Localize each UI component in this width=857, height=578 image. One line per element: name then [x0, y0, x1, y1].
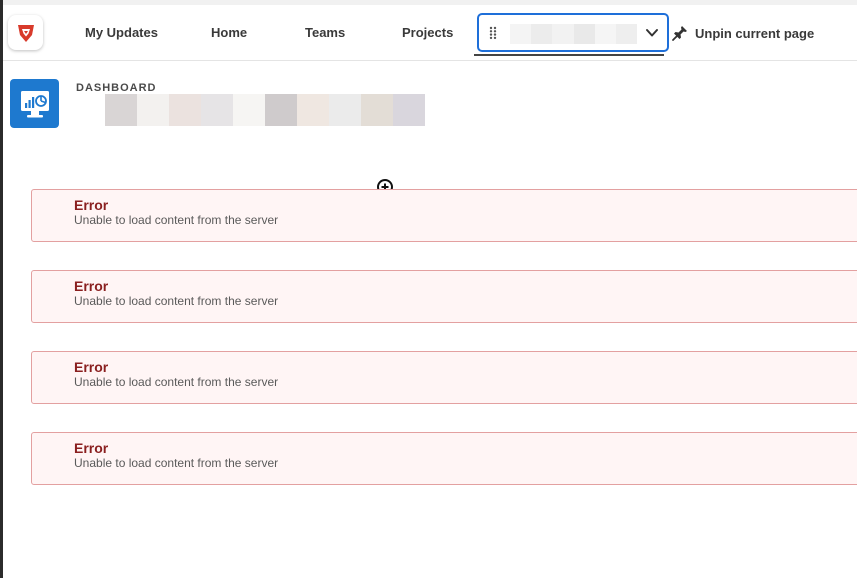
error-title: Error — [74, 278, 109, 294]
section-label: DASHBOARD — [76, 82, 157, 94]
nav-home[interactable]: Home — [211, 25, 247, 40]
error-card: Error Unable to load content from the se… — [31, 351, 857, 404]
error-title: Error — [74, 359, 109, 375]
error-title: Error — [74, 440, 109, 456]
dashboard-name-redacted — [105, 94, 425, 126]
error-card: Error Unable to load content from the se… — [31, 432, 857, 485]
pin-icon — [672, 26, 687, 41]
nav-my-updates[interactable]: My Updates — [85, 25, 158, 40]
pinned-page-select[interactable] — [477, 13, 669, 52]
unpin-label: Unpin current page — [695, 25, 815, 41]
nav-teams[interactable]: Teams — [305, 25, 345, 40]
error-message: Unable to load content from the server — [74, 213, 279, 227]
error-card: Error Unable to load content from the se… — [31, 270, 857, 323]
pinned-page-value-redacted — [510, 24, 638, 44]
error-message: Unable to load content from the server — [74, 294, 279, 308]
pinned-select-underline — [474, 54, 664, 56]
top-navigation: My Updates Home Teams Projects Unpin cur… — [3, 5, 857, 61]
error-card: Error Unable to load content from the se… — [31, 189, 857, 242]
window-edge — [0, 0, 3, 578]
app-logo-icon[interactable] — [8, 15, 43, 50]
dashboard-monitor-icon — [10, 79, 59, 128]
chevron-down-icon[interactable] — [645, 27, 659, 39]
nav-projects[interactable]: Projects — [402, 25, 453, 40]
error-message: Unable to load content from the server — [74, 456, 279, 470]
unpin-page-button[interactable]: Unpin current page — [671, 24, 814, 42]
drag-handle-icon[interactable] — [489, 26, 497, 40]
error-title: Error — [74, 197, 109, 213]
error-message: Unable to load content from the server — [74, 375, 279, 389]
